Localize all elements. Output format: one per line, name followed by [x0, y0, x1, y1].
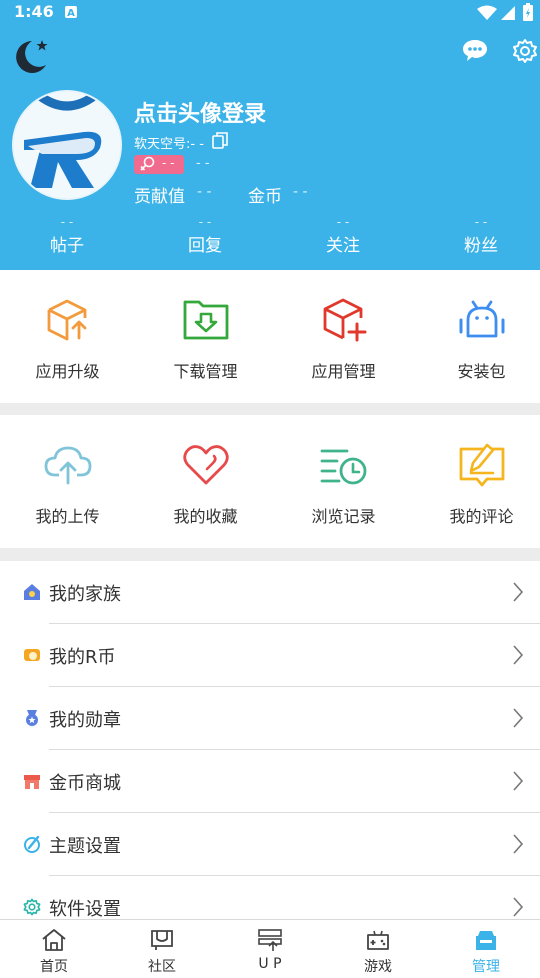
menu-item-medal[interactable]: 我的勋章 — [0, 687, 540, 750]
stat-value: - - — [198, 215, 212, 229]
menu-label: 我的勋章 — [49, 710, 121, 731]
browse-history-item[interactable]: 浏览记录 — [276, 415, 411, 548]
download-manage-icon — [181, 294, 231, 344]
software-settings-icon — [23, 898, 41, 920]
stat-label: 回复 — [188, 236, 222, 256]
gender-badge: - - — [134, 155, 184, 174]
svg-text:A: A — [67, 8, 75, 19]
app-upgrade-item[interactable]: 应用升级 — [0, 270, 135, 403]
gamepad-icon — [365, 928, 391, 956]
app-tools-card: 应用升级 下载管理 应用管理 安装包 — [0, 270, 540, 403]
menu-item-family[interactable]: 我的家族 — [0, 561, 540, 624]
coin-mall-icon — [23, 772, 41, 794]
stat-label: 帖子 — [50, 236, 84, 256]
avatar[interactable] — [12, 90, 122, 200]
nav-label: 首页 — [40, 959, 68, 975]
stat-following[interactable]: - - 关注 — [293, 215, 393, 256]
gender-icon — [140, 156, 156, 175]
battery-icon — [523, 3, 533, 25]
login-prompt[interactable]: 点击头像登录 — [134, 96, 266, 128]
stat-value: - - — [60, 215, 74, 229]
profile-header: 1:46 A 点击头像登录 软天空号:- - - - - - 贡献值 - - 金… — [0, 0, 540, 270]
upload-cloud-icon — [43, 439, 93, 489]
my-comments-item[interactable]: 我的评论 — [414, 415, 540, 548]
wifi-icon — [477, 5, 497, 25]
status-bar: 1:46 A — [0, 0, 540, 26]
nav-community[interactable]: 社区 — [108, 920, 216, 978]
nav-label: 管理 — [472, 959, 500, 975]
night-mode-icon[interactable] — [10, 37, 50, 79]
menu-item-r-coin[interactable]: 我的R币 — [0, 624, 540, 687]
message-icon[interactable] — [462, 38, 488, 66]
android-package-icon — [457, 294, 507, 344]
stat-posts[interactable]: - - 帖子 — [17, 215, 117, 256]
app-upgrade-icon — [43, 294, 93, 344]
menu-item-theme[interactable]: 主题设置 — [0, 813, 540, 876]
menu-label: 主题设置 — [49, 836, 121, 857]
history-clock-icon — [319, 439, 369, 489]
notification-a-icon: A — [64, 4, 78, 23]
user-activity-card: 我的上传 我的收藏 浏览记录 我的评论 — [0, 415, 540, 548]
community-icon — [149, 928, 175, 956]
coins-label: 金币 — [248, 187, 282, 207]
medal-icon — [23, 709, 41, 731]
stat-value: - - — [474, 215, 488, 229]
menu-item-coin-mall[interactable]: 金币商城 — [0, 750, 540, 813]
r-coin-icon — [23, 646, 41, 668]
grid-label: 我的上传 — [35, 507, 100, 526]
download-manage-item[interactable]: 下载管理 — [138, 270, 273, 403]
app-manage-icon — [319, 294, 369, 344]
grid-label: 浏览记录 — [311, 507, 376, 526]
coins-value: - - — [293, 184, 308, 200]
nav-up[interactable]: U P — [216, 920, 324, 978]
stat-replies[interactable]: - - 回复 — [155, 215, 255, 256]
grid-label: 应用升级 — [35, 362, 100, 381]
copy-icon[interactable] — [212, 132, 228, 154]
my-uploads-item[interactable]: 我的上传 — [0, 415, 135, 548]
nav-games[interactable]: 游戏 — [324, 920, 432, 978]
signal-icon — [500, 5, 516, 25]
settings-gear-icon[interactable] — [512, 38, 538, 68]
chevron-right-icon — [512, 707, 524, 733]
favorite-heart-icon — [181, 439, 231, 489]
stat-fans[interactable]: - - 粉丝 — [431, 215, 531, 256]
family-icon — [23, 583, 41, 605]
android-package-item[interactable]: 安装包 — [414, 270, 540, 403]
grid-label: 下载管理 — [173, 362, 238, 381]
chevron-right-icon — [512, 644, 524, 670]
nav-home[interactable]: 首页 — [0, 920, 108, 978]
menu-label: 软件设置 — [49, 899, 121, 920]
nav-label: 社区 — [148, 959, 176, 975]
grid-label: 我的评论 — [449, 507, 514, 526]
gender-level: - - — [162, 156, 175, 170]
up-icon — [257, 928, 283, 956]
nav-label: 游戏 — [364, 959, 392, 975]
bottom-nav: 首页 社区 U P 游戏 管理 — [0, 919, 540, 978]
menu-label: 我的家族 — [49, 584, 121, 605]
my-favorites-item[interactable]: 我的收藏 — [138, 415, 273, 548]
theme-icon — [23, 835, 41, 857]
contribution-value: - - — [197, 184, 212, 200]
grid-label: 安装包 — [457, 362, 506, 381]
grid-label: 我的收藏 — [173, 507, 238, 526]
grid-label: 应用管理 — [311, 362, 376, 381]
menu-label: 金币商城 — [49, 773, 121, 794]
chevron-right-icon — [512, 770, 524, 796]
nav-label: U P — [258, 956, 282, 972]
stat-label: 关注 — [326, 236, 360, 256]
nav-manage[interactable]: 管理 — [432, 920, 540, 978]
comment-edit-icon — [457, 439, 507, 489]
menu-label: 我的R币 — [49, 647, 116, 668]
contribution-label: 贡献值 — [134, 187, 185, 207]
stat-value: - - — [336, 215, 350, 229]
chevron-right-icon — [512, 581, 524, 607]
level-value: - - — [196, 156, 210, 171]
manage-icon — [473, 928, 499, 956]
stat-label: 粉丝 — [464, 236, 498, 256]
app-manage-item[interactable]: 应用管理 — [276, 270, 411, 403]
chevron-right-icon — [512, 833, 524, 859]
home-icon — [41, 928, 67, 956]
account-id: 软天空号:- - — [134, 137, 204, 152]
status-time: 1:46 — [14, 2, 54, 21]
